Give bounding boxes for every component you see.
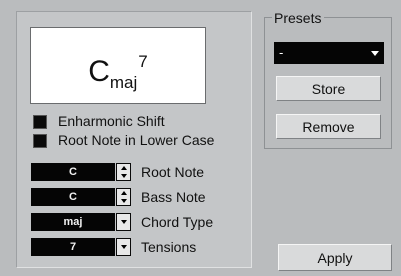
chevron-down-icon — [371, 51, 379, 56]
spinner-up-icon[interactable] — [117, 164, 130, 172]
root-note-spinner[interactable] — [116, 163, 131, 181]
chord-type-subscript: maj — [109, 72, 138, 92]
enharmonic-shift-label: Enharmonic Shift — [58, 113, 165, 129]
chord-symbol: Cmaj7 — [88, 53, 148, 91]
spinner-up-icon[interactable] — [117, 189, 130, 197]
presets-title: Presets — [272, 10, 325, 26]
chevron-down-icon — [120, 220, 127, 224]
bass-note-label: Bass Note — [141, 189, 206, 205]
root-lower-case-checkbox[interactable] — [33, 134, 47, 148]
root-note-field[interactable]: C — [31, 163, 115, 181]
chord-root: C — [88, 54, 110, 88]
chevron-down-icon — [120, 245, 127, 249]
preset-select[interactable]: - — [274, 42, 384, 64]
chord-type-dropdown[interactable] — [116, 213, 131, 231]
apply-button[interactable]: Apply — [278, 244, 392, 271]
bass-note-spinner[interactable] — [116, 188, 131, 206]
root-note-label: Root Note — [141, 164, 205, 180]
spinner-down-icon[interactable] — [117, 172, 130, 180]
tensions-field[interactable]: 7 — [31, 238, 115, 256]
root-lower-case-label: Root Note in Lower Case — [58, 132, 215, 148]
chord-symbol-display: Cmaj7 — [30, 27, 206, 104]
remove-button[interactable]: Remove — [276, 114, 381, 139]
chord-tension-superscript: 7 — [138, 51, 148, 71]
spinner-down-icon[interactable] — [117, 197, 130, 205]
preset-select-value: - — [279, 45, 284, 60]
store-button[interactable]: Store — [276, 76, 381, 101]
chord-type-field[interactable]: maj — [31, 213, 115, 231]
chord-type-label: Chord Type — [141, 214, 214, 230]
tensions-dropdown[interactable] — [116, 238, 131, 256]
bass-note-field[interactable]: C — [31, 188, 115, 206]
tensions-label: Tensions — [141, 239, 197, 255]
enharmonic-shift-checkbox[interactable] — [33, 115, 47, 129]
